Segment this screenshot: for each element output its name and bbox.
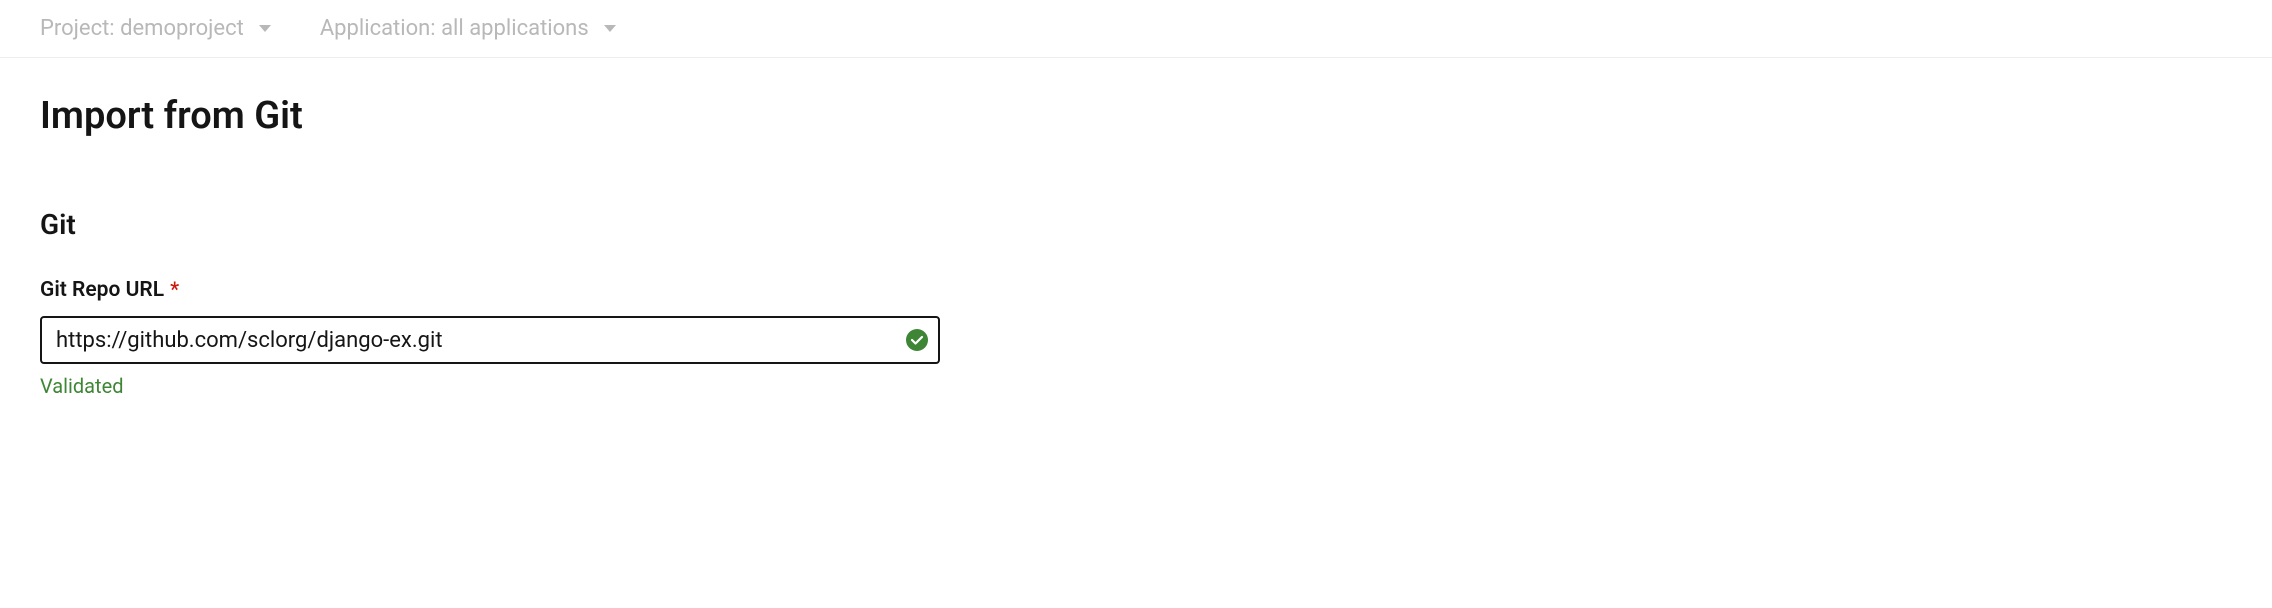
project-selector[interactable]: Project: demoproject: [40, 16, 272, 41]
topbar: Project: demoproject Application: all ap…: [0, 0, 2272, 58]
git-repo-url-label: Git Repo URL: [40, 278, 164, 302]
required-marker: *: [170, 277, 179, 301]
caret-down-icon: [258, 24, 272, 34]
validation-status-text: Validated: [40, 374, 2232, 398]
page-title: Import from Git: [40, 94, 2232, 138]
main-content: Import from Git Git Git Repo URL * Valid…: [0, 58, 2272, 434]
application-selector-label: Application: all applications: [320, 16, 589, 41]
application-selector[interactable]: Application: all applications: [320, 16, 617, 41]
check-circle-icon: [906, 329, 928, 351]
git-repo-url-input[interactable]: [40, 316, 940, 364]
git-repo-url-input-wrapper: [40, 316, 940, 364]
git-section-title: Git: [40, 208, 2232, 241]
caret-down-icon: [603, 24, 617, 34]
project-selector-label: Project: demoproject: [40, 16, 244, 41]
git-repo-url-label-row: Git Repo URL *: [40, 277, 2232, 302]
